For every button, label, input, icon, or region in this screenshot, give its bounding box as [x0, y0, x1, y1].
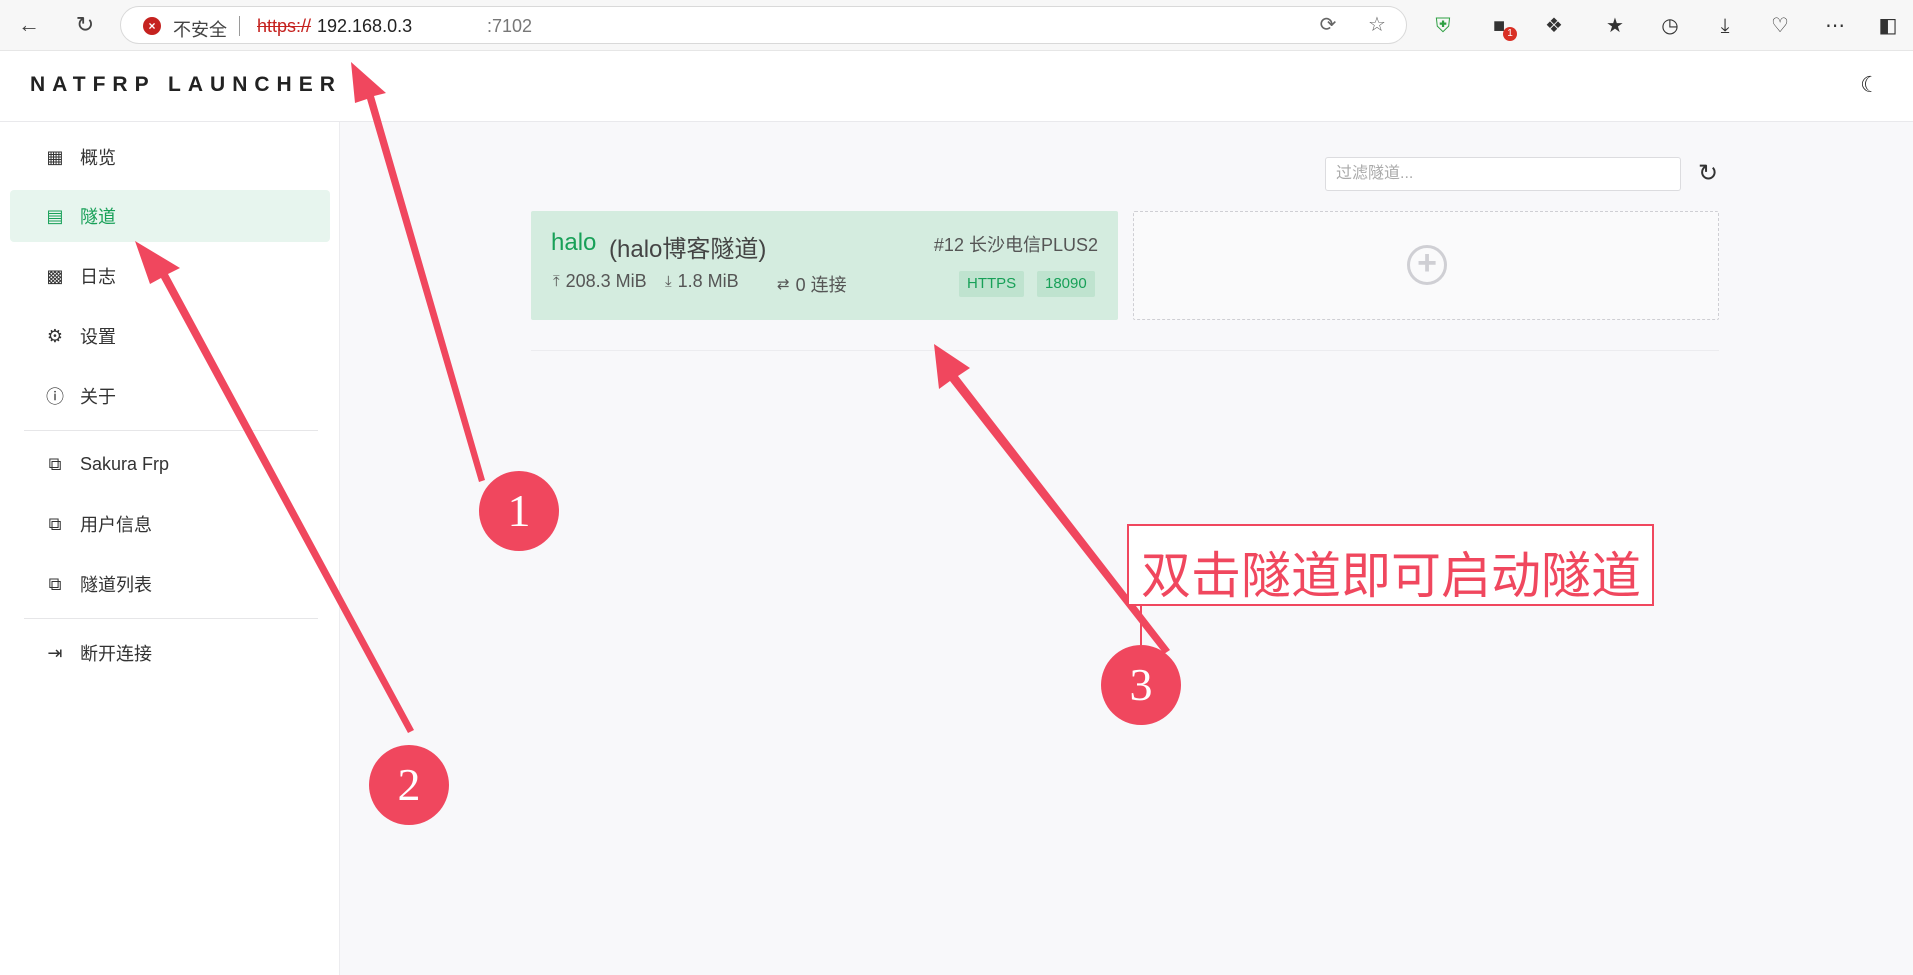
url-scheme: https://: [257, 16, 312, 36]
sidebar-link-user-info[interactable]: ⧉ 用户信息: [10, 498, 330, 550]
sidebar-link-label: Sakura Frp: [80, 453, 170, 474]
tunnel-icon: ▤: [46, 205, 64, 226]
card-row-divider: [531, 350, 1719, 351]
upload-stat: ⤒ 208.3 MiB: [553, 271, 647, 292]
moon-icon[interactable]: ☾: [1856, 71, 1884, 99]
tunnel-card[interactable]: halo (halo博客隧道) #12 长沙电信PLUS2 ⤒ 208.3 Mi…: [531, 211, 1118, 320]
add-tunnel-card[interactable]: +: [1133, 211, 1719, 320]
annotation-marker-2: 2: [369, 745, 449, 825]
gear-icon: ⚙: [46, 325, 64, 346]
external-link-icon: ⧉: [48, 453, 62, 474]
shield-icon[interactable]: ⛨: [1430, 13, 1456, 39]
arrow-3: [934, 344, 1170, 654]
sidebar-item-tunnels[interactable]: ▤ 隧道: [10, 190, 330, 242]
upload-value: 208.3 MiB: [565, 271, 647, 291]
browser-toolbar: ← ↻ × 不安全 https:// 192.168.0.3 :7102 ⟳ ☆…: [0, 0, 1913, 51]
annotation-text: 双击隧道即可启动隧道: [1141, 548, 1641, 604]
external-link-icon: ⧉: [48, 573, 62, 594]
tunnel-node: #12 长沙电信PLUS2: [933, 235, 1098, 255]
sidebar-item-disconnect[interactable]: ⇥ 断开连接: [10, 627, 330, 679]
connections-stat: ⇄ 0 连接: [777, 271, 847, 297]
reload-icon[interactable]: ↻: [73, 12, 97, 37]
reader-icon[interactable]: ⟳: [1317, 14, 1339, 36]
port-tag: 18090: [1037, 271, 1095, 297]
download-icon[interactable]: ⤓: [1712, 13, 1738, 39]
address-divider: [239, 16, 240, 36]
annotation-marker-3: 3: [1101, 645, 1181, 725]
refresh-icon[interactable]: ↻: [1694, 160, 1722, 188]
sidebar-item-label: 日志: [80, 267, 116, 287]
sidebar-item-logs[interactable]: ▩ 日志: [10, 250, 330, 302]
sidebar-item-about[interactable]: ⓘ 关于: [10, 370, 330, 422]
annotation-callout: 双击隧道即可启动隧道: [1127, 524, 1654, 606]
back-icon[interactable]: ←: [17, 12, 41, 37]
favorite-icon[interactable]: ☆: [1366, 14, 1388, 36]
connections-value: 0 连接: [795, 275, 847, 295]
sidebar-link-label: 用户信息: [80, 515, 152, 535]
url-host: 192.168.0.3: [317, 16, 413, 36]
dashboard-icon: ▦: [46, 146, 64, 167]
app-header: NATFRP LAUNCHER ☾: [0, 51, 1913, 122]
upload-icon: ⤒: [553, 273, 560, 290]
logout-icon: ⇥: [47, 642, 63, 663]
sidebar-divider: [24, 618, 318, 619]
arrow-1: [351, 62, 485, 482]
extension-badge: 1: [1503, 27, 1517, 41]
sidebar-link-tunnel-list[interactable]: ⧉ 隧道列表: [10, 558, 330, 610]
sidebar: ▦ 概览 ▤ 隧道 ▩ 日志 ⚙ 设置 ⓘ 关于 ⧉ Sakura Frp ⧉ …: [0, 122, 340, 975]
address-bar[interactable]: × 不安全 https:// 192.168.0.3 :7102 ⟳ ☆: [120, 6, 1407, 44]
sidebar-icon[interactable]: ◧: [1875, 13, 1901, 39]
info-icon: ⓘ: [46, 387, 64, 407]
more-icon[interactable]: ⋯: [1822, 13, 1848, 39]
download-value: 1.8 MiB: [677, 271, 739, 291]
insecure-icon[interactable]: ×: [143, 17, 161, 35]
download-icon: ⤓: [665, 273, 672, 290]
favorites-icon[interactable]: ★: [1602, 13, 1628, 39]
history-icon[interactable]: ◷: [1657, 13, 1683, 39]
sidebar-item-label: 隧道: [80, 207, 116, 227]
sidebar-item-settings[interactable]: ⚙ 设置: [10, 310, 330, 362]
sidebar-item-overview[interactable]: ▦ 概览: [10, 131, 330, 183]
heart-icon[interactable]: ♡: [1767, 13, 1793, 39]
download-stat: ⤓ 1.8 MiB: [665, 271, 739, 292]
security-label[interactable]: 不安全: [173, 16, 227, 42]
filter-input[interactable]: [1325, 157, 1681, 191]
log-icon: ▩: [46, 265, 64, 286]
tunnel-description: (halo博客隧道): [609, 236, 767, 263]
sidebar-item-label: 关于: [80, 387, 116, 407]
plus-circle-icon: +: [1407, 245, 1447, 285]
sidebar-link-label: 隧道列表: [80, 575, 152, 595]
sidebar-item-label: 概览: [80, 148, 116, 168]
puzzle-icon[interactable]: ❖: [1541, 13, 1567, 39]
sidebar-divider: [24, 430, 318, 431]
url-port: :7102: [487, 16, 533, 36]
connections-icon: ⇄: [777, 276, 790, 293]
tunnel-name: halo: [551, 229, 597, 256]
external-link-icon: ⧉: [48, 513, 62, 534]
type-tag: HTTPS: [959, 271, 1025, 297]
annotation-marker-1: 1: [479, 471, 559, 551]
app-title: NATFRP LAUNCHER: [30, 73, 342, 96]
sidebar-link-sakura-frp[interactable]: ⧉ Sakura Frp: [10, 438, 330, 490]
sidebar-item-label: 断开连接: [80, 644, 152, 664]
sidebar-item-label: 设置: [80, 327, 116, 347]
